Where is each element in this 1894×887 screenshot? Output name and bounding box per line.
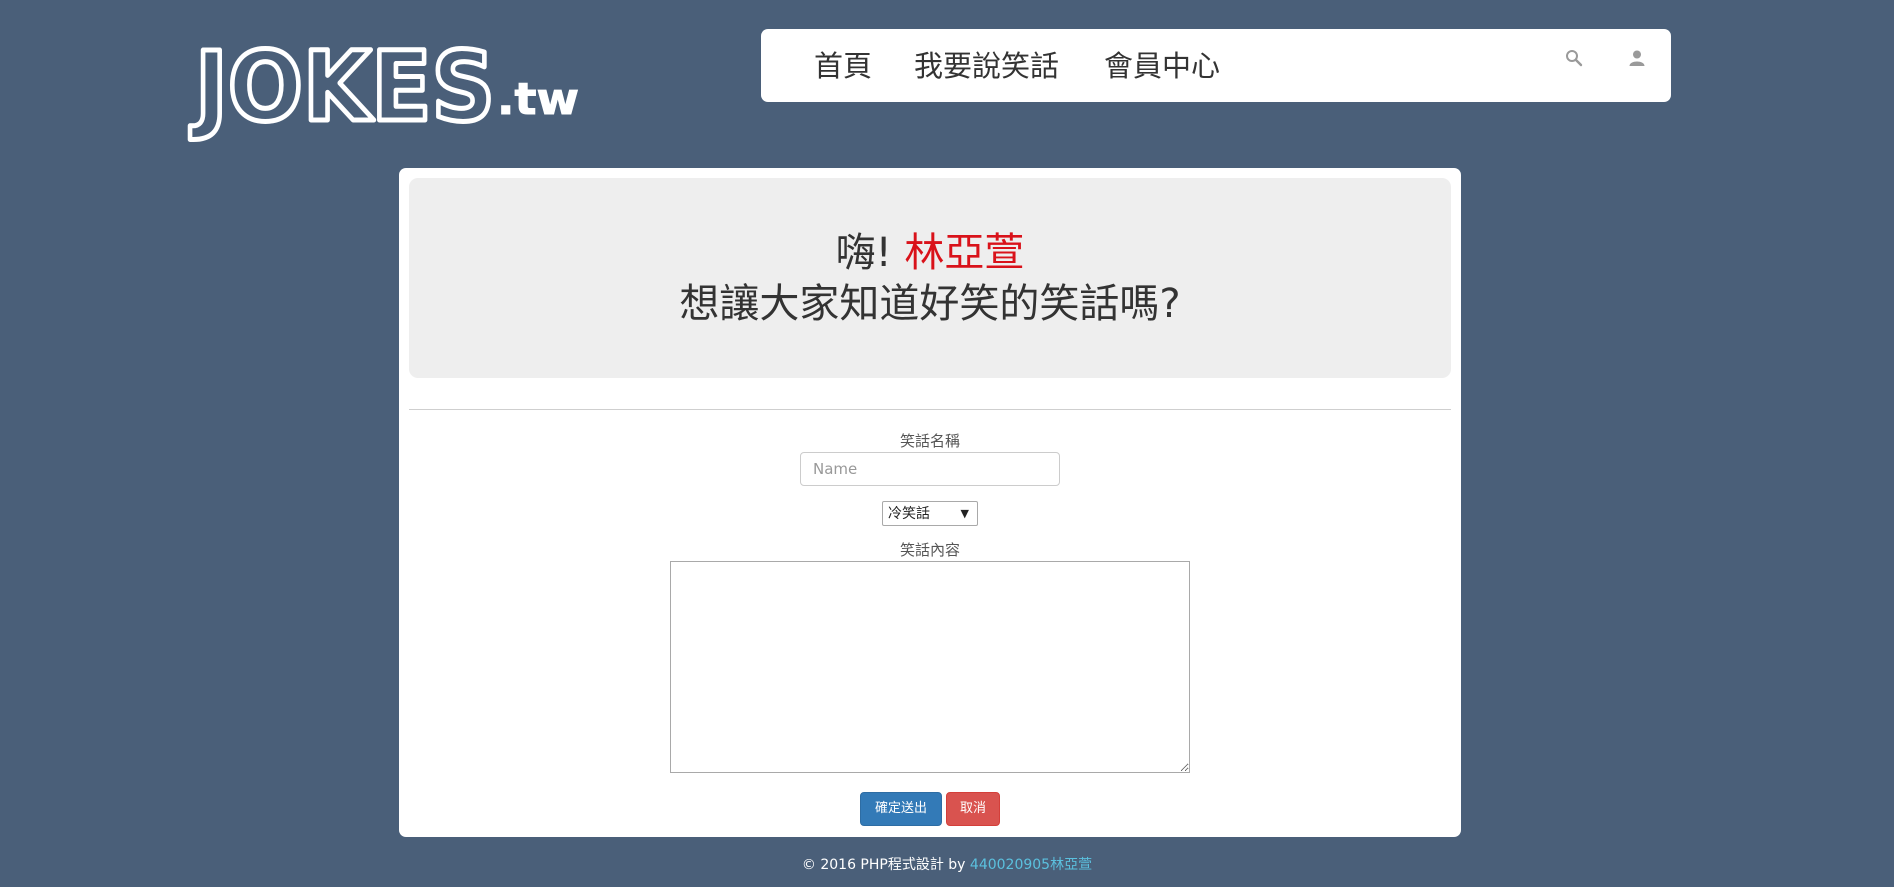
greeting-banner: 嗨! 林亞萱 想讓大家知道好笑的笑話嗎? <box>409 178 1451 378</box>
logo-suffix: .tw <box>497 74 579 125</box>
joke-form-card: 嗨! 林亞萱 想讓大家知道好笑的笑話嗎? 笑話名稱 冷笑話 ▼ 笑話內容 確定送… <box>399 168 1461 837</box>
joke-content-label: 笑話內容 <box>899 541 960 559</box>
nav-item-home[interactable]: 首頁 <box>814 49 872 83</box>
joke-title-label: 笑話名稱 <box>899 432 960 450</box>
search-icon[interactable] <box>1565 49 1587 71</box>
site-logo[interactable]: JOKES .tw <box>187 29 595 146</box>
footer-copyright: © 2016 PHP程式設計 by <box>801 857 970 873</box>
greeting-line: 嗨! 林亞萱 <box>409 228 1451 278</box>
top-navbar: 首頁 我要說笑話 會員中心 <box>761 29 1671 102</box>
nav-item-member-center[interactable]: 會員中心 <box>1104 49 1220 83</box>
joke-category-select[interactable]: 冷笑話 ▼ <box>882 501 978 526</box>
joke-content-textarea[interactable] <box>670 561 1190 773</box>
chevron-down-icon: ▼ <box>960 507 969 520</box>
cancel-button[interactable]: 取消 <box>946 792 1000 826</box>
submit-button[interactable]: 確定送出 <box>860 792 942 826</box>
joke-title-input[interactable] <box>800 452 1060 486</box>
category-selected-value: 冷笑話 <box>888 506 930 522</box>
greeting-question: 想讓大家知道好笑的笑話嗎? <box>679 281 1181 327</box>
footer: © 2016 PHP程式設計 by 440020905林亞萱 <box>0 855 1894 875</box>
user-icon[interactable] <box>1628 49 1650 71</box>
divider <box>409 409 1451 410</box>
greeting-prefix: 嗨! <box>835 230 905 276</box>
greeting-username: 林亞萱 <box>904 230 1025 276</box>
logo-text: JOKES <box>189 31 495 143</box>
logo-graphic: JOKES .tw <box>187 29 580 146</box>
footer-author-link[interactable]: 440020905林亞萱 <box>970 857 1092 873</box>
nav-item-tell-joke[interactable]: 我要說笑話 <box>914 49 1059 83</box>
